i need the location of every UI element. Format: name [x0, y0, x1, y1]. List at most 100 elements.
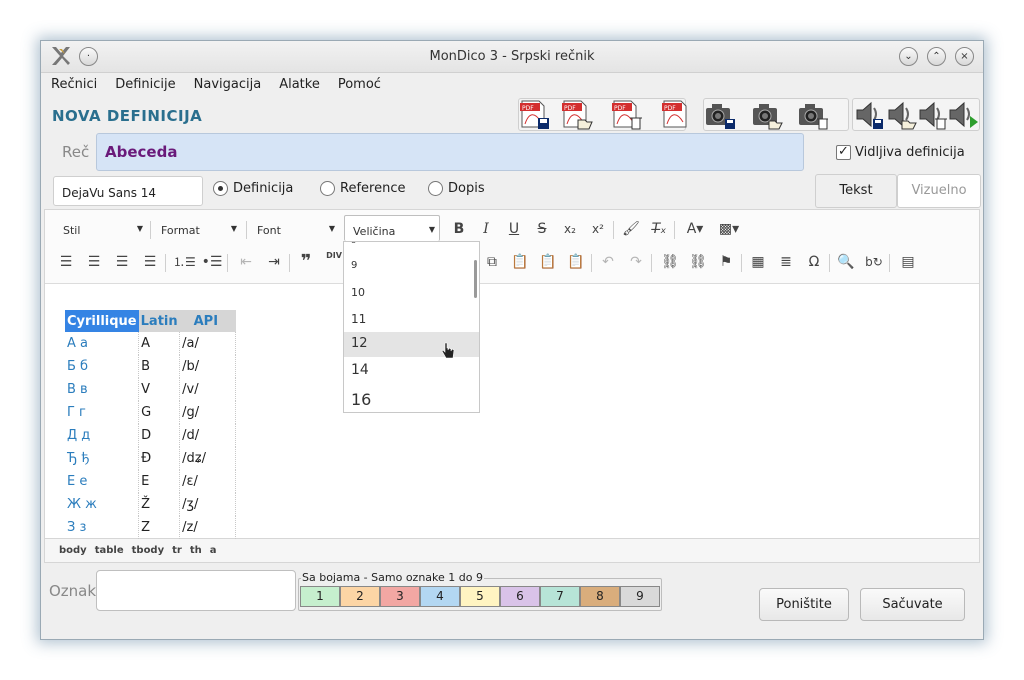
find-icon[interactable]: 🔍 [835, 251, 857, 273]
audio-open-icon[interactable] [885, 98, 917, 131]
dropdown-scrollbar[interactable] [474, 260, 477, 298]
color-tag-2[interactable]: 2 [340, 586, 380, 607]
size-option-hovered[interactable]: 12 [344, 332, 479, 357]
div-container-icon[interactable]: DIV [323, 251, 345, 273]
table-cell[interactable]: Đ [138, 447, 181, 470]
color-tag-8[interactable]: 8 [580, 586, 620, 607]
size-option[interactable]: 9 [344, 260, 479, 271]
table-cell[interactable]: Б б [65, 355, 140, 378]
table-cell[interactable]: G [138, 401, 181, 424]
superscript-icon[interactable]: x² [587, 218, 609, 240]
table-cell[interactable]: /v/ [179, 378, 237, 401]
italic-icon[interactable]: I [475, 218, 497, 240]
table-cell[interactable]: /ʒ/ [179, 493, 237, 516]
table-cell[interactable]: А а [65, 332, 140, 355]
table-cell[interactable]: В в [65, 378, 140, 401]
table-cell[interactable]: Г г [65, 401, 140, 424]
save-button[interactable]: Sačuvate [860, 588, 965, 621]
path-tr[interactable]: tr [172, 545, 182, 556]
source-icon[interactable]: ▤ [897, 251, 919, 273]
table-cell[interactable]: /z/ [179, 516, 237, 539]
pdf-open-icon[interactable]: PDF [561, 98, 593, 131]
font-dropdown[interactable]: Font ▼ [249, 218, 339, 242]
close-button[interactable]: × [955, 47, 974, 66]
size-option[interactable]: 10 [344, 286, 479, 299]
remove-format-icon[interactable]: T̶ₓ [648, 218, 670, 240]
special-char-icon[interactable]: Ω [803, 251, 825, 273]
table-cell[interactable]: З з [65, 516, 140, 539]
menu-alatke[interactable]: Alatke [269, 74, 328, 92]
blockquote-icon[interactable]: ❞ [295, 251, 317, 273]
size-dropdown[interactable]: Veličina ▼ [344, 215, 440, 241]
horizontal-line-icon[interactable]: ≣ [775, 251, 797, 273]
title-bar[interactable]: · MonDico 3 - Srpski rečnik ⌄ ⌃ × [41, 41, 983, 73]
maximize-button[interactable]: ⌃ [927, 47, 946, 66]
size-option[interactable]: 11 [344, 312, 479, 326]
anchor-flag-icon[interactable]: ⚑ [715, 251, 737, 273]
table-cell[interactable]: E [138, 470, 181, 493]
numbered-list-icon[interactable]: ⒈☰ [173, 251, 196, 273]
replace-icon[interactable]: b↻ [863, 251, 885, 273]
path-a[interactable]: a [210, 545, 217, 556]
cancel-button[interactable]: Poništite [759, 588, 849, 621]
table-cell[interactable]: /g/ [179, 401, 237, 424]
pdf-icon[interactable]: PDF [661, 98, 693, 131]
bold-icon[interactable]: B [448, 218, 470, 240]
bulleted-list-icon[interactable]: •☰ [201, 251, 223, 273]
size-option[interactable]: 14 [344, 362, 479, 378]
color-tag-3[interactable]: 3 [380, 586, 420, 607]
strikethrough-icon[interactable]: S [531, 218, 553, 240]
column-header-cyrillique[interactable]: Cyrillique [65, 310, 139, 332]
align-right-icon[interactable]: ☰ [111, 251, 133, 273]
color-tag-4[interactable]: 4 [420, 586, 460, 607]
table-cell[interactable]: /d/ [179, 424, 237, 447]
table-cell[interactable]: A [138, 332, 181, 355]
camera-save-icon[interactable] [704, 98, 736, 131]
link-icon[interactable]: ⛓ [659, 251, 681, 273]
menu-pomoc[interactable]: Pomoć [328, 74, 389, 92]
audio-delete-icon[interactable] [916, 98, 948, 131]
column-header-api[interactable]: API [179, 310, 236, 332]
table-icon[interactable]: ▦ [747, 251, 769, 273]
radio-dopis[interactable] [428, 181, 443, 196]
table-cell[interactable]: Д д [65, 424, 140, 447]
text-color-icon[interactable]: A▾ [681, 218, 709, 240]
copy-icon[interactable]: ⧉ [481, 251, 503, 273]
path-tbody[interactable]: tbody [132, 545, 165, 556]
color-tag-6[interactable]: 6 [500, 586, 540, 607]
format-dropdown[interactable]: Format ▼ [153, 218, 241, 242]
audio-save-icon[interactable] [853, 98, 885, 131]
indent-icon[interactable]: ⇥ [263, 251, 285, 273]
menu-definicije[interactable]: Definicije [105, 74, 183, 92]
path-table[interactable]: table [95, 545, 124, 556]
menu-navigacija[interactable]: Navigacija [184, 74, 270, 92]
underline-icon[interactable]: U [503, 218, 525, 240]
column-header-latin[interactable]: Latin [138, 310, 180, 332]
table-cell[interactable]: Ђ ђ [65, 447, 140, 470]
editor-content[interactable]: Cyrillique Latin API А а A/a/ Б б B/b/ В в… [45, 285, 979, 539]
color-tag-1[interactable]: 1 [300, 586, 340, 607]
outdent-icon[interactable]: ⇤ [235, 251, 257, 273]
pdf-delete-icon[interactable]: PDF [611, 98, 643, 131]
table-cell[interactable]: /b/ [179, 355, 237, 378]
unlink-icon[interactable]: ⛓ [687, 251, 709, 273]
size-option[interactable]: 8 [344, 242, 479, 245]
table-cell[interactable]: V [138, 378, 181, 401]
paste-word-icon[interactable]: 📋 [565, 251, 587, 273]
color-tag-7[interactable]: 7 [540, 586, 580, 607]
redo-icon[interactable]: ↷ [625, 251, 647, 273]
pdf-save-icon[interactable]: PDF [519, 98, 551, 131]
background-color-icon[interactable]: ▩▾ [715, 218, 743, 240]
undo-icon[interactable]: ↶ [597, 251, 619, 273]
table-cell[interactable]: /dʑ/ [179, 447, 237, 470]
table-cell[interactable]: B [138, 355, 181, 378]
tab-tekst[interactable]: Tekst [815, 174, 897, 208]
table-cell[interactable]: /ɛ/ [179, 470, 237, 493]
table-cell[interactable]: Ž [138, 493, 181, 516]
table-cell[interactable]: Е е [65, 470, 140, 493]
justify-icon[interactable]: ☰ [139, 251, 161, 273]
word-input[interactable]: Abeceda [96, 133, 804, 171]
path-body[interactable]: body [59, 545, 87, 556]
align-left-icon[interactable]: ☰ [55, 251, 77, 273]
table-cell[interactable]: /a/ [179, 332, 237, 355]
